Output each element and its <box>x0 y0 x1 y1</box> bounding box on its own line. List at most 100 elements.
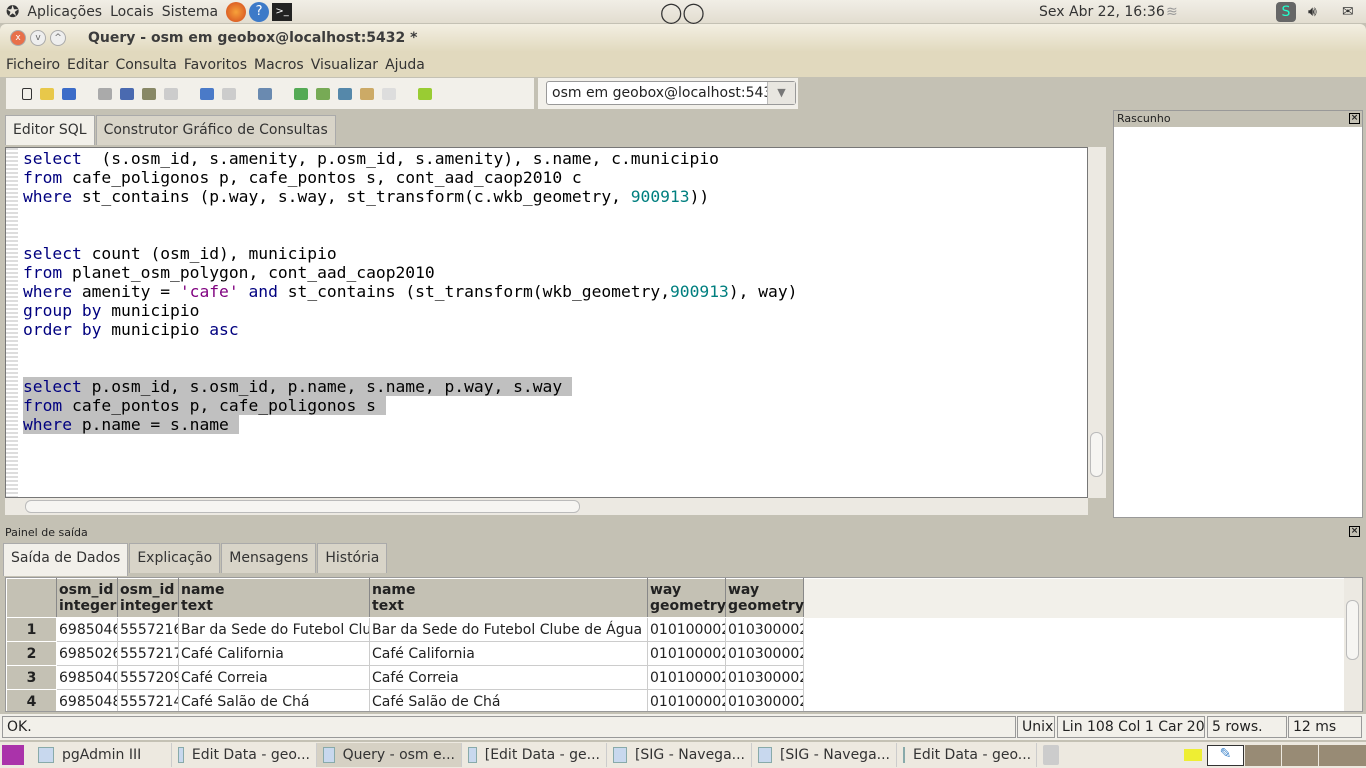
table-row[interactable]: 3 6985040 5557209 Café Correia Café Correia 0… <box>6 665 1346 690</box>
taskbar-item[interactable]: [SIG - Navega... <box>752 743 897 767</box>
column-header[interactable]: osm_id integer <box>56 578 118 618</box>
sync-icon[interactable]: S <box>1276 1 1296 22</box>
menu-query[interactable]: Consulta <box>115 57 176 73</box>
column-header[interactable]: osm_id integer <box>117 578 179 618</box>
ubuntu-logo-icon[interactable]: ✪ <box>6 2 19 21</box>
table-cell[interactable]: Bar da Sede do Futebol Clube de Água Lon… <box>369 617 648 642</box>
tab-history[interactable]: História <box>317 543 388 573</box>
cancel-query-icon[interactable] <box>382 87 396 100</box>
menu-applications[interactable]: Aplicações <box>27 4 102 20</box>
tab-sql-editor[interactable]: Editor SQL <box>5 115 95 145</box>
table-cell[interactable]: 6985048 <box>56 689 118 711</box>
notes-icon[interactable] <box>1184 749 1202 761</box>
menu-view[interactable]: Visualizar <box>311 57 378 73</box>
terminal-icon[interactable]: >_ <box>272 2 293 21</box>
firefox-icon[interactable] <box>226 1 247 22</box>
maximize-window-button[interactable]: ^ <box>50 30 66 46</box>
close-window-button[interactable]: x <box>10 30 26 46</box>
table-cell[interactable]: 0103000020 <box>725 689 804 711</box>
explain-icon[interactable] <box>360 87 374 100</box>
save-icon[interactable] <box>62 87 76 100</box>
tab-explain[interactable]: Explicação <box>129 543 221 573</box>
connection-select[interactable]: osm em geobox@localhost:5432 ▼ <box>538 78 798 109</box>
minimize-window-button[interactable]: v <box>30 30 46 46</box>
table-cell[interactable]: Bar da Sede do Futebol Clube de Água Lon… <box>178 617 370 642</box>
help-icon[interactable]: ? <box>249 1 270 22</box>
menu-file[interactable]: Ficheiro <box>6 57 60 73</box>
scratch-pad[interactable]: Rascunho × <box>1113 110 1363 518</box>
editor-vertical-scrollbar[interactable] <box>1088 147 1106 498</box>
table-cell[interactable]: 0101000020 <box>647 665 726 690</box>
taskbar-item[interactable]: Edit Data - geo... <box>172 743 317 767</box>
vacuum-icon[interactable] <box>418 87 432 100</box>
close-icon[interactable]: × <box>1349 113 1360 124</box>
table-cell[interactable]: Café Salão de Chá <box>178 689 370 711</box>
table-cell[interactable]: 5557217 <box>117 641 179 666</box>
menu-system[interactable]: Sistema <box>162 4 218 20</box>
redo-icon[interactable] <box>222 87 236 100</box>
table-cell[interactable]: 0103000020 <box>725 617 804 642</box>
workspace-3[interactable] <box>1282 745 1318 766</box>
taskbar-item[interactable]: Edit Data - geo... <box>897 743 1037 767</box>
table-cell[interactable]: 0103000020 <box>725 665 804 690</box>
workspace-2[interactable] <box>1245 745 1281 766</box>
table-row[interactable]: 2 6985026 5557217 Café California Café Calif… <box>6 641 1346 666</box>
wifi-icon[interactable]: ≋ <box>1166 4 1178 20</box>
column-header[interactable]: way geometry <box>725 578 804 618</box>
column-header[interactable]: name text <box>369 578 648 618</box>
table-row[interactable]: 4 6985048 5557214 Café Salão de Chá Café Sal… <box>6 689 1346 711</box>
table-cell[interactable]: 6985026 <box>56 641 118 666</box>
table-cell[interactable]: 6985046 <box>56 617 118 642</box>
menu-edit[interactable]: Editar <box>67 57 108 73</box>
close-icon[interactable]: × <box>1349 526 1360 537</box>
table-cell[interactable]: 0103000020 <box>725 641 804 666</box>
row-number-header[interactable] <box>6 578 57 618</box>
editor-horizontal-scrollbar[interactable] <box>5 498 1088 515</box>
table-cell[interactable]: 5557209 <box>117 665 179 690</box>
execute-to-file-icon[interactable] <box>338 87 352 100</box>
table-cell[interactable]: 0101000020 <box>647 689 726 711</box>
column-header[interactable]: name text <box>178 578 370 618</box>
paste-icon[interactable] <box>142 87 156 100</box>
table-cell[interactable]: 0101000020 <box>647 641 726 666</box>
table-row[interactable]: 1 6985046 5557216 Bar da Sede do Futebol Cl… <box>6 617 1346 642</box>
row-number[interactable]: 3 <box>6 665 57 690</box>
row-number[interactable]: 1 <box>6 617 57 642</box>
menu-places[interactable]: Locais <box>110 4 154 20</box>
menu-macros[interactable]: Macros <box>254 57 304 73</box>
row-number[interactable]: 4 <box>6 689 57 711</box>
show-desktop-icon[interactable] <box>2 745 24 765</box>
chevron-down-icon[interactable]: ▼ <box>767 82 795 104</box>
cut-icon[interactable] <box>98 87 112 100</box>
open-icon[interactable] <box>40 87 54 100</box>
taskbar-item[interactable]: Query - osm e... <box>317 743 462 767</box>
table-cell[interactable]: 0101000020 <box>647 617 726 642</box>
column-header[interactable]: way geometry <box>647 578 726 618</box>
table-cell[interactable]: 5557214 <box>117 689 179 711</box>
tab-data-output[interactable]: Saída de Dados <box>3 543 129 576</box>
menu-favourites[interactable]: Favoritos <box>184 57 247 73</box>
workspace-4[interactable] <box>1319 745 1366 766</box>
volume-icon[interactable]: 🔊︎ <box>1308 4 1317 20</box>
grid-vertical-scrollbar[interactable] <box>1344 578 1362 711</box>
menu-help[interactable]: Ajuda <box>385 57 425 73</box>
copy-icon[interactable] <box>120 87 134 100</box>
workspace-1[interactable]: ✎ <box>1207 745 1244 766</box>
taskbar-item[interactable]: [SIG - Navega... <box>607 743 752 767</box>
clock[interactable]: Sex Abr 22, 16:36 <box>1039 4 1165 20</box>
taskbar-item[interactable]: pgAdmin III <box>32 743 172 767</box>
new-icon[interactable] <box>22 87 32 100</box>
clear-icon[interactable] <box>164 87 178 100</box>
tab-graphical-query-builder[interactable]: Construtor Gráfico de Consultas <box>95 115 336 145</box>
table-cell[interactable]: Café Correia <box>178 665 370 690</box>
execute-pgscript-icon[interactable] <box>316 87 330 100</box>
tab-messages[interactable]: Mensagens <box>221 543 317 573</box>
table-cell[interactable]: 6985040 <box>56 665 118 690</box>
table-cell[interactable]: 5557216 <box>117 617 179 642</box>
table-cell[interactable]: Café California <box>178 641 370 666</box>
table-cell[interactable]: Café Correia <box>369 665 648 690</box>
table-cell[interactable]: Café Salão de Chá <box>369 689 648 711</box>
trash-icon[interactable] <box>1043 745 1059 765</box>
mail-icon[interactable]: ✉ <box>1342 4 1354 20</box>
undo-icon[interactable] <box>200 87 214 100</box>
